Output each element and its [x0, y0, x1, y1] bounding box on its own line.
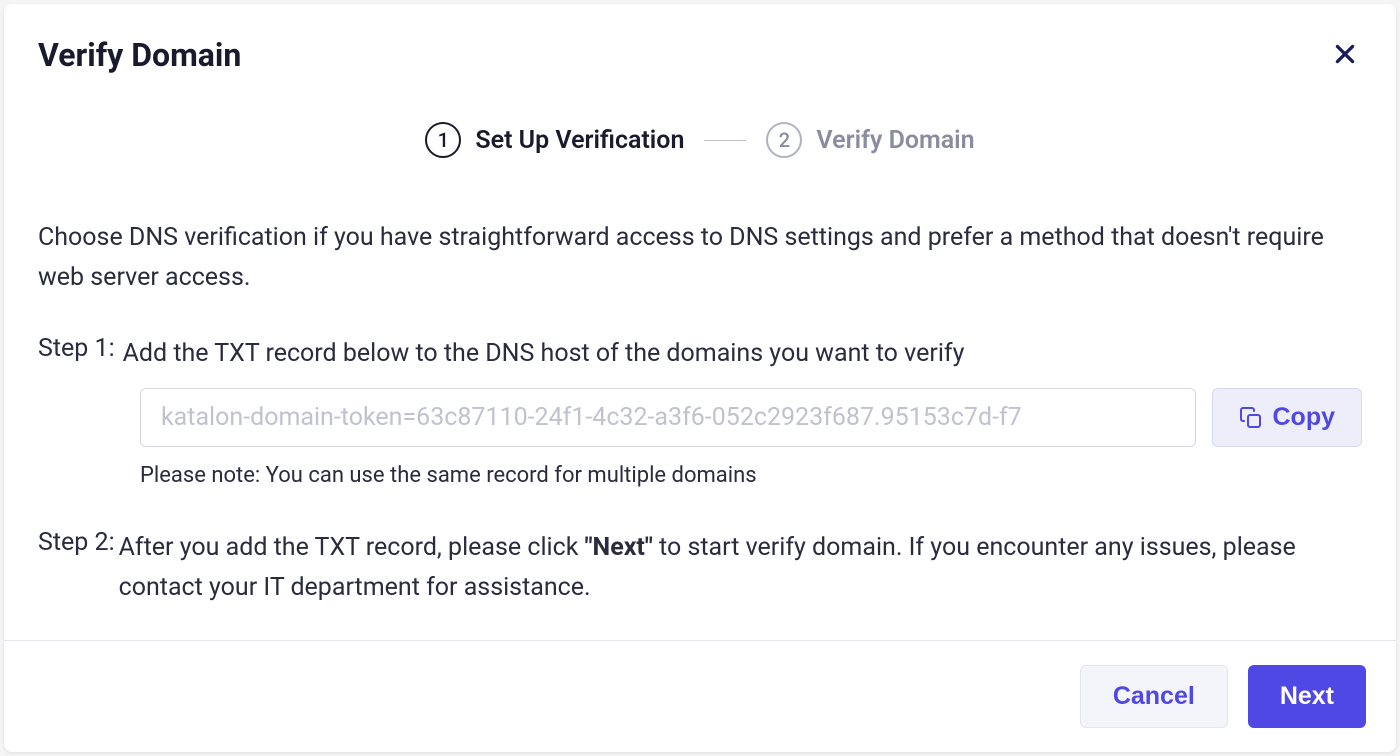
- description-text: Choose DNS verification if you have stra…: [38, 218, 1362, 298]
- step-2-before: After you add the TXT record, please cli…: [119, 533, 585, 562]
- close-icon: [1332, 41, 1358, 70]
- step-2: 2 Verify Domain: [766, 122, 974, 158]
- modal-footer: Cancel Next: [4, 640, 1396, 752]
- step-1-label: Set Up Verification: [475, 126, 684, 155]
- copy-label: Copy: [1273, 403, 1336, 432]
- step-2-row: Step 2: After you add the TXT record, pl…: [38, 528, 1362, 608]
- stepper: 1 Set Up Verification 2 Verify Domain: [4, 74, 1396, 178]
- next-button[interactable]: Next: [1248, 665, 1366, 728]
- copy-button[interactable]: Copy: [1212, 388, 1363, 447]
- step-1-number: 1: [425, 122, 461, 158]
- verify-domain-modal: Verify Domain 1 Set Up Verification 2 Ve…: [4, 4, 1396, 752]
- step-2-prefix: Step 2:: [38, 528, 115, 608]
- txt-record-field[interactable]: katalon-domain-token=63c87110-24f1-4c32-…: [140, 388, 1196, 447]
- step-2-label: Verify Domain: [816, 126, 974, 155]
- step-1: 1 Set Up Verification: [425, 122, 684, 158]
- modal-title: Verify Domain: [38, 36, 241, 74]
- cancel-button[interactable]: Cancel: [1080, 665, 1228, 728]
- step-1-prefix: Step 1:: [38, 334, 115, 374]
- step-1-instruction: Add the TXT record below to the DNS host…: [123, 334, 965, 374]
- step-2-bold: "Next": [585, 533, 653, 562]
- step-2-instruction: After you add the TXT record, please cli…: [119, 528, 1362, 608]
- close-button[interactable]: [1328, 37, 1362, 74]
- note-text: Please note: You can use the same record…: [140, 463, 1362, 488]
- modal-header: Verify Domain: [4, 4, 1396, 74]
- step-1-row: Step 1: Add the TXT record below to the …: [38, 334, 1362, 374]
- modal-content: Choose DNS verification if you have stra…: [4, 178, 1396, 640]
- step-2-number: 2: [766, 122, 802, 158]
- step-divider: [704, 140, 746, 141]
- copy-icon: [1239, 406, 1263, 430]
- txt-record-row: katalon-domain-token=63c87110-24f1-4c32-…: [140, 388, 1362, 447]
